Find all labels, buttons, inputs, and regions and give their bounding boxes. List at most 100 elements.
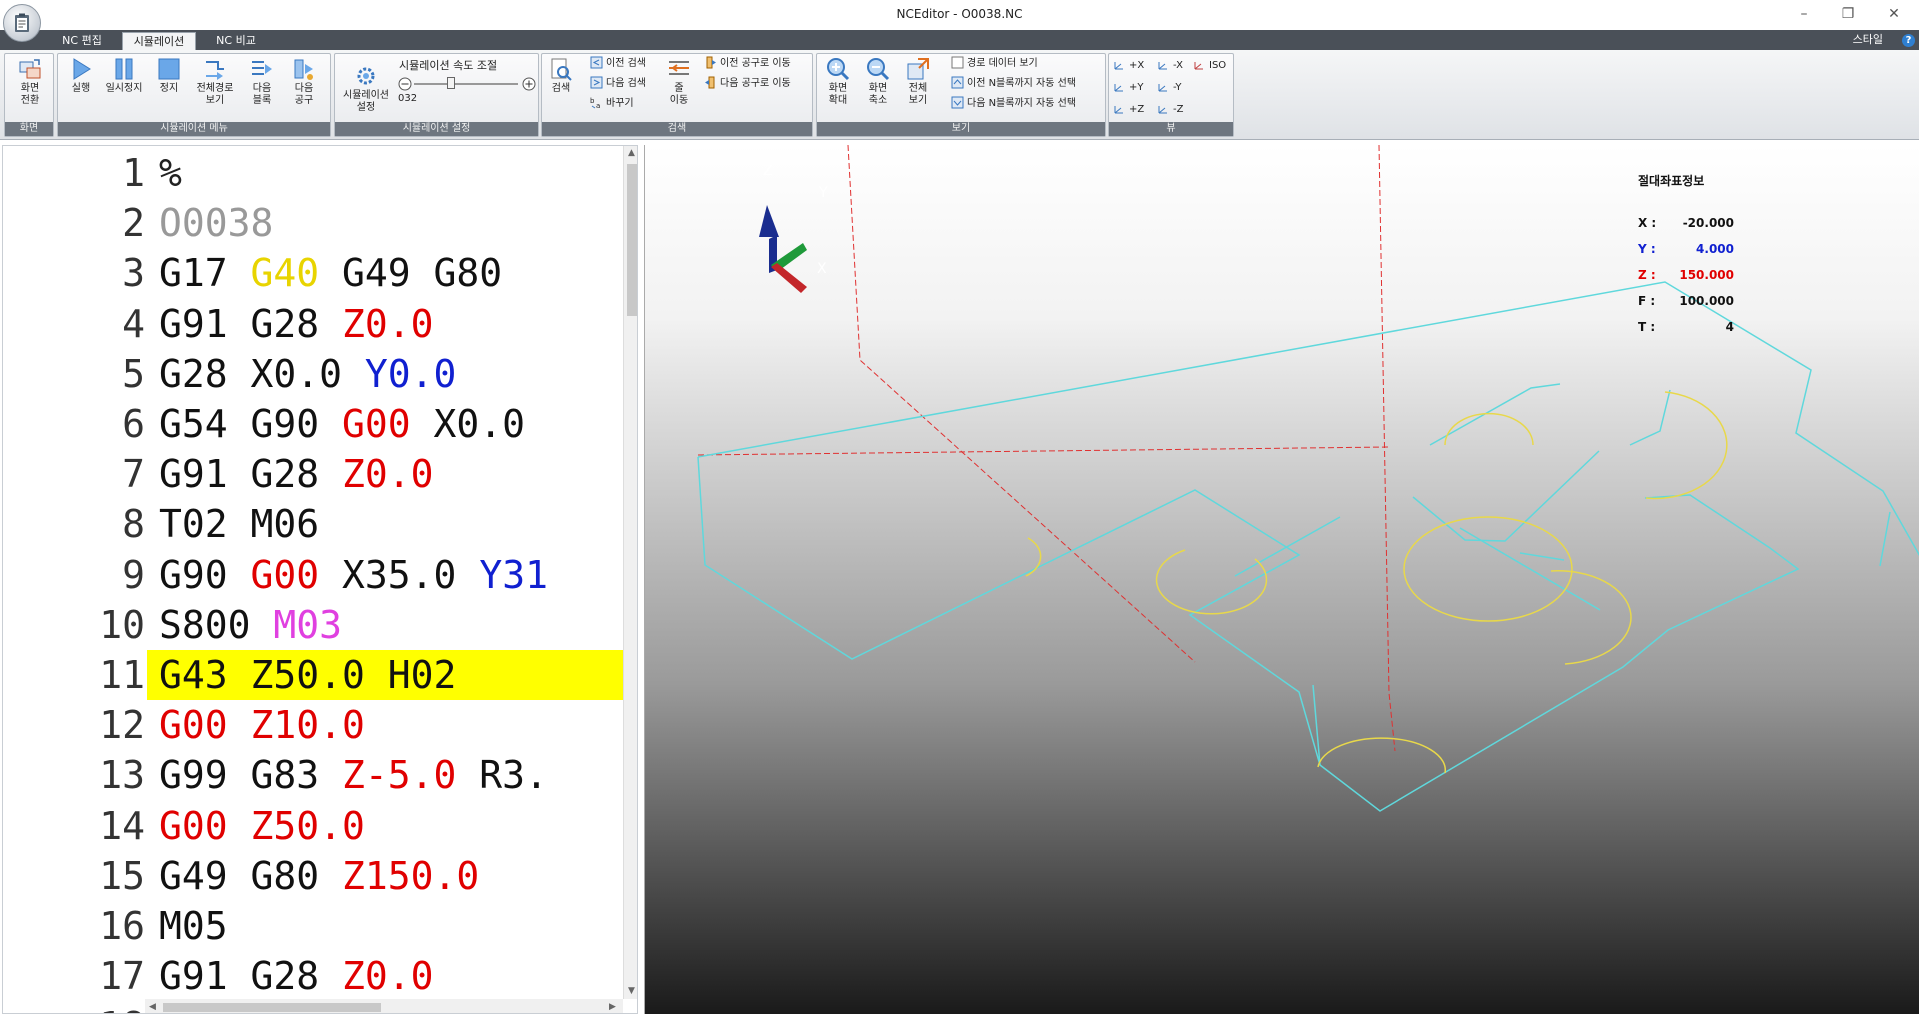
code-line[interactable]: 8 T02 M06 <box>3 499 623 549</box>
code-line[interactable]: 7 G91 G28 Z0.0 <box>3 449 623 499</box>
ribbon: 화면 전환 화면 실행 일시정지 정지 전체경로 보기 다음 블록 다음 공구 … <box>0 50 1919 140</box>
speed-slider[interactable] <box>398 76 536 91</box>
code-line[interactable]: 5 G28 X0.0 Y0.0 <box>3 349 623 399</box>
code-token: G43 Z50.0 H02 <box>159 653 457 697</box>
vertical-scroll-thumb[interactable] <box>627 164 637 316</box>
search-icon <box>551 58 572 81</box>
code-line[interactable]: 13 G99 G83 Z-5.0 R3. <box>3 750 623 800</box>
part-outline <box>697 281 1919 812</box>
bottom-arc <box>1317 737 1447 774</box>
scroll-right-icon[interactable]: ▶ <box>609 1002 616 1012</box>
view-minus-x-button[interactable]: -X <box>1157 58 1183 73</box>
view-plus-y-button[interactable]: +Y <box>1113 80 1144 95</box>
next-n-block-button[interactable]: 다음 N블록까지 자동 선택 <box>951 96 1076 111</box>
coord-key: Y : <box>1638 242 1656 256</box>
code-line[interactable]: 15 G49 G80 Z150.0 <box>3 851 623 901</box>
title-bar: NCEditor - O0038.NC – ❐ ✕ <box>0 0 1919 30</box>
replace-button[interactable]: b a 바꾸기 <box>590 96 634 111</box>
code-line[interactable]: 14 G00 Z50.0 <box>3 801 623 851</box>
code-line[interactable]: 1% <box>3 148 623 198</box>
help-icon[interactable]: ? <box>1902 34 1915 47</box>
scroll-left-icon[interactable]: ◀ <box>149 1002 156 1012</box>
code-line[interactable]: 2 O0038 <box>3 198 623 248</box>
code-line[interactable]: 4 G91 G28 Z0.0 <box>3 299 623 349</box>
line-move-button[interactable]: 줄 이동 <box>664 57 694 107</box>
simulation-viewport[interactable]: Z Y X 절대좌표정보 X : -20.000 Y : 4.000 Z : 150.00… <box>644 145 1919 1014</box>
editor-horizontal-scrollbar[interactable]: ◀ ▶ <box>145 999 623 1013</box>
view-plus-x-button[interactable]: +X <box>1113 58 1144 73</box>
view-plus-y-label: +Y <box>1129 82 1144 93</box>
right-edge <box>1879 511 1891 567</box>
line-number: 7 <box>122 452 145 497</box>
stop-button[interactable]: 정지 <box>154 57 184 95</box>
next-search-button[interactable]: 다음 검색 <box>590 76 646 91</box>
close-button[interactable]: ✕ <box>1880 4 1908 24</box>
nc-code-editor[interactable]: 1% 2 O0038 3 G17 G40 G49 G80 4 G91 G28 Z0.0 5 G2… <box>2 145 638 1014</box>
next-tool-label: 다음 공구 <box>294 83 314 106</box>
fit-view-button[interactable]: 전체 보기 <box>903 57 933 107</box>
editor-vertical-scrollbar[interactable]: ▲ ▼ <box>623 146 637 999</box>
code-text: % <box>159 148 182 198</box>
axis-view-icon <box>1114 84 1123 92</box>
search-button[interactable]: 검색 <box>545 57 577 95</box>
app-menu-button[interactable] <box>3 4 41 42</box>
path-data-checkbox[interactable]: 경로 데이터 보기 <box>951 56 1038 71</box>
run-button[interactable]: 실행 <box>66 57 96 95</box>
code-line[interactable]: 12 G00 Z10.0 <box>3 700 623 750</box>
ribbon-tab-strip: NC 편집 시뮬레이션 NC 비교 스타일 ? <box>0 30 1919 50</box>
next-block-button[interactable]: 다음 블록 <box>244 57 280 107</box>
x-axis-label: X <box>817 261 827 277</box>
iso-view-icon <box>1194 62 1203 70</box>
tab-nc-edit[interactable]: NC 편집 <box>52 32 112 50</box>
sim-settings-button[interactable]: 시뮬레이션 설정 <box>338 64 394 114</box>
zoom-in-button[interactable]: 화면 확대 <box>823 57 853 107</box>
tab-simulation[interactable]: 시뮬레이션 <box>122 32 196 50</box>
minimize-button[interactable]: – <box>1790 4 1818 24</box>
scroll-down-icon[interactable]: ▼ <box>628 986 635 996</box>
code-line[interactable]: 16 M05 <box>3 901 623 951</box>
view-minus-z-button[interactable]: -Z <box>1157 102 1183 117</box>
outer-contour <box>697 456 1800 812</box>
arc-toolpaths <box>1025 391 1728 774</box>
view-minus-y-button[interactable]: -Y <box>1157 80 1182 95</box>
scroll-up-icon[interactable]: ▲ <box>628 148 635 158</box>
code-line[interactable]: 9 G90 G00 X35.0 Y31 <box>3 550 623 600</box>
line-number: 12 <box>99 703 145 748</box>
zoom-out-button[interactable]: 화면 축소 <box>863 57 893 107</box>
view-iso-label: ISO <box>1209 60 1227 71</box>
prev-tool-move-button[interactable]: 이전 공구로 이동 <box>704 56 791 71</box>
view-group-label: 보기 <box>817 122 1105 136</box>
code-token: G91 G28 <box>159 452 343 497</box>
fit-view-icon <box>907 58 929 80</box>
prev-n-block-button[interactable]: 이전 N블록까지 자동 선택 <box>951 76 1076 91</box>
code-token: R3. <box>456 753 548 798</box>
nceditor-window: NCEditor - O0038.NC – ❐ ✕ NC 편집 시뮬레이션 NC… <box>0 0 1919 1014</box>
code-line[interactable]: 3 G17 G40 G49 G80 <box>3 248 623 298</box>
code-line[interactable]: 11 G43 Z50.0 H02 <box>3 650 623 700</box>
restore-button[interactable]: ❐ <box>1834 4 1862 24</box>
coord-key: X : <box>1638 216 1657 230</box>
line-number: 14 <box>99 803 145 848</box>
view-minus-z-label: -Z <box>1173 104 1184 115</box>
view-plus-x-label: +X <box>1129 60 1145 71</box>
speed-label: 시뮬레이션 속도 조절 <box>399 59 498 72</box>
prev-search-button[interactable]: 이전 검색 <box>590 56 646 71</box>
horizontal-scroll-thumb[interactable] <box>163 1003 381 1012</box>
style-menu[interactable]: 스타일 <box>1853 32 1883 48</box>
pause-button[interactable]: 일시정지 <box>102 57 146 95</box>
next-tool-button[interactable]: 다음 공구 <box>286 57 322 107</box>
screen-switch-button[interactable]: 화면 전환 <box>10 57 50 107</box>
code-line[interactable]: 17 G91 G28 Z0.0 <box>3 951 623 1001</box>
view-iso-button[interactable]: ISO <box>1193 58 1226 73</box>
code-text: G91 G28 Z0.0 <box>159 299 434 349</box>
coord-value: 150.000 <box>1679 268 1734 282</box>
full-path-button[interactable]: 전체경로 보기 <box>192 57 238 107</box>
rapid-line-1 <box>847 145 1196 663</box>
view-plus-z-button[interactable]: +Z <box>1113 102 1144 117</box>
tab-nc-compare[interactable]: NC 비교 <box>206 32 266 50</box>
code-line[interactable]: 6 G54 G90 G00 X0.0 <box>3 399 623 449</box>
code-line[interactable]: 10 S800 M03 <box>3 600 623 650</box>
pause-icon <box>115 58 133 80</box>
speed-slider-thumb[interactable] <box>447 77 456 89</box>
next-tool-move-button[interactable]: 다음 공구로 이동 <box>704 76 791 91</box>
